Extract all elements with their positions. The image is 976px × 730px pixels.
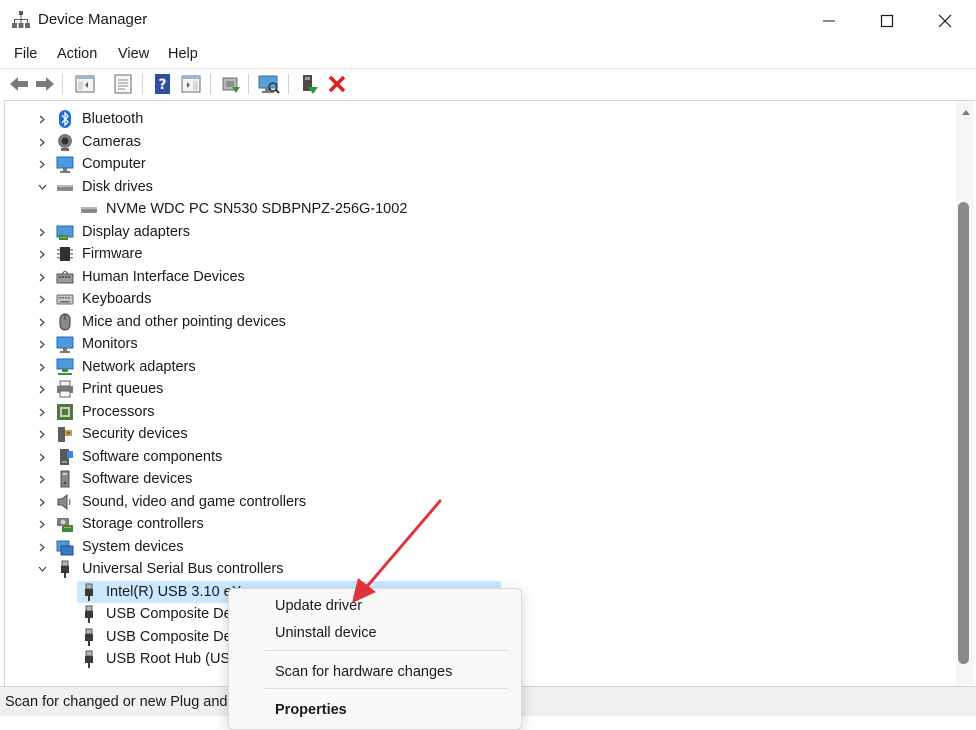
device-manager-window: Device Manager File Action View Help ? B… bbox=[0, 0, 976, 730]
annotation-arrow-icon bbox=[352, 499, 442, 603]
